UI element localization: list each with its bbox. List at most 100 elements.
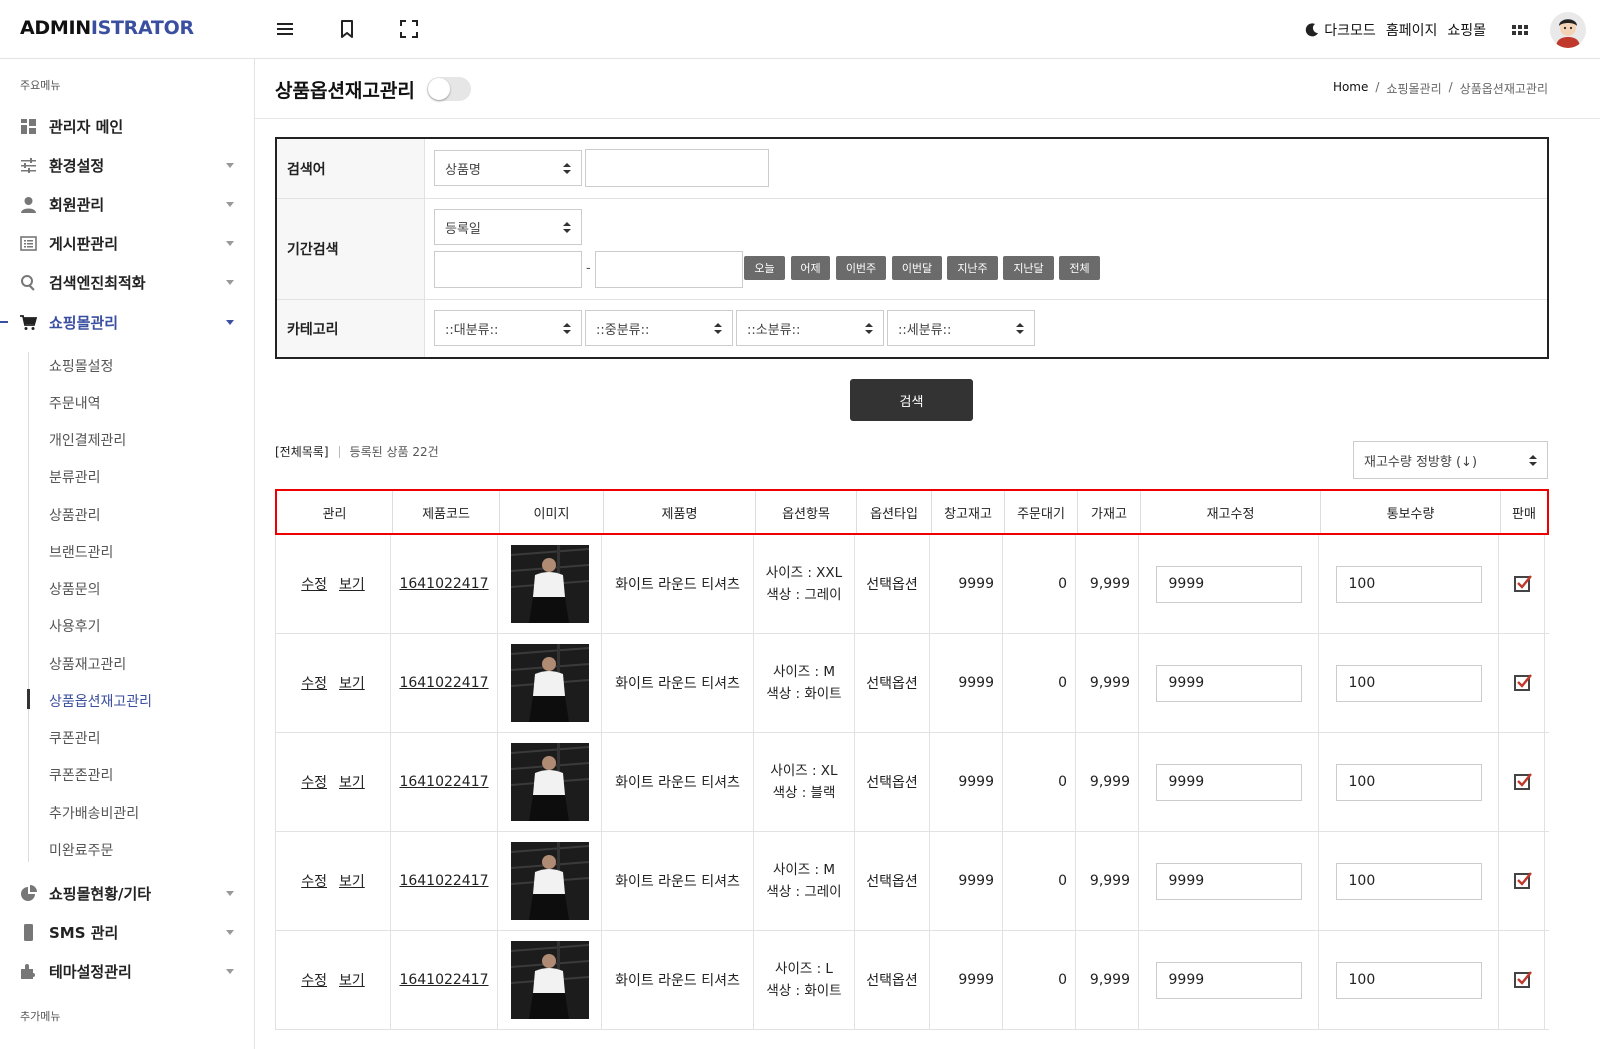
stock-edit-input[interactable]: 9999 [1155, 961, 1302, 999]
sidebar-item-admin-main[interactable]: 관리자 메인 [0, 111, 254, 141]
edit-link[interactable]: 수정 [301, 574, 327, 594]
page-toggle-switch[interactable] [427, 77, 471, 101]
stock-edit-input[interactable]: 9999 [1155, 763, 1302, 801]
all-list-link[interactable]: [전체목록] [275, 443, 329, 460]
start-date-input[interactable] [434, 251, 582, 288]
product-name: 화이트 라운드 티셔츠 [615, 577, 740, 593]
view-link[interactable]: 보기 [339, 871, 365, 891]
submenu-item[interactable]: 상품재고관리 [49, 654, 126, 674]
submenu-item[interactable]: 추가배송비관리 [49, 803, 139, 823]
sidebar-item-seo[interactable]: 검색엔진최적화 [0, 267, 254, 297]
avatar[interactable] [1550, 12, 1586, 48]
shopping-mall-link[interactable]: 쇼핑몰 [1447, 20, 1486, 40]
sidebar-item-theme[interactable]: 테마설정관리 [0, 956, 254, 986]
sidebar-item-boards[interactable]: 게시판관리 [0, 228, 254, 258]
view-link[interactable]: 보기 [339, 970, 365, 990]
sale-checkbox[interactable] [1513, 674, 1532, 691]
period-all-button[interactable]: 전체 [1059, 256, 1100, 280]
submenu-item[interactable]: 쿠폰존관리 [49, 765, 113, 785]
end-date-input[interactable] [595, 251, 743, 288]
keyword-type-select[interactable]: 상품명 [434, 150, 582, 186]
apps-grid-icon[interactable] [1510, 20, 1530, 40]
checkmark-icon [1516, 773, 1532, 787]
period-yesterday-button[interactable]: 어제 [791, 256, 830, 280]
sidebar-item-stats[interactable]: 쇼핑몰현황/기타 [0, 878, 254, 908]
period-type-select[interactable]: 등록일 [434, 209, 582, 245]
submenu-item[interactable]: 미완료주문 [49, 840, 113, 860]
product-code-link[interactable]: 1641022417 [399, 675, 488, 691]
submenu-item[interactable]: 쇼핑몰설정 [49, 356, 113, 376]
moon-icon[interactable] [1304, 22, 1320, 38]
sort-order-select[interactable]: 재고수량 정방향 (↓) [1353, 441, 1548, 479]
temp-stock: 9,999 [1089, 675, 1130, 691]
search-button[interactable]: 검색 [850, 379, 973, 421]
view-link[interactable]: 보기 [339, 772, 365, 792]
view-link[interactable]: 보기 [339, 673, 365, 693]
notify-qty-input[interactable]: 100 [1335, 961, 1482, 999]
edit-link[interactable]: 수정 [301, 970, 327, 990]
stock-edit-input[interactable]: 9999 [1155, 862, 1302, 900]
homepage-link[interactable]: 홈페이지 [1386, 20, 1438, 40]
submenu-item[interactable]: 브랜드관리 [49, 542, 113, 562]
notify-qty-input[interactable]: 100 [1335, 763, 1482, 801]
product-code-link[interactable]: 1641022417 [399, 873, 488, 889]
period-this-week-button[interactable]: 이번주 [836, 256, 886, 280]
period-last-month-button[interactable]: 지난달 [1003, 256, 1054, 280]
bookmark-icon[interactable] [336, 18, 358, 40]
fullscreen-icon[interactable] [398, 18, 420, 40]
edit-link[interactable]: 수정 [301, 871, 327, 891]
table-cell: 1641022417 [391, 634, 498, 732]
notify-qty-input[interactable]: 100 [1335, 565, 1482, 603]
notify-qty-input[interactable]: 100 [1335, 862, 1482, 900]
product-thumbnail[interactable] [510, 644, 589, 722]
submenu-item[interactable]: 분류관리 [49, 467, 101, 487]
submenu-item[interactable]: 상품문의 [49, 579, 101, 599]
submenu-item[interactable]: 주문내역 [49, 393, 101, 413]
view-link[interactable]: 보기 [339, 574, 365, 594]
product-thumbnail[interactable] [510, 842, 589, 920]
product-code-link[interactable]: 1641022417 [399, 774, 488, 790]
dark-mode-link[interactable]: 다크모드 [1324, 20, 1376, 40]
product-thumbnail[interactable] [510, 545, 589, 623]
submenu-item-current[interactable]: 상품옵션재고관리 [49, 691, 152, 711]
stock-edit-input[interactable]: 9999 [1155, 565, 1302, 603]
product-code-link[interactable]: 1641022417 [399, 972, 488, 988]
breadcrumb-home[interactable]: Home [1333, 80, 1368, 97]
chevron-down-icon [226, 319, 234, 325]
sidebar-item-sms[interactable]: SMS 관리 [0, 917, 254, 947]
sale-checkbox[interactable] [1513, 773, 1532, 790]
select-arrows-icon [714, 323, 722, 334]
sale-checkbox[interactable] [1513, 575, 1532, 592]
submenu-item[interactable]: 사용후기 [49, 616, 101, 636]
hamburger-menu-icon[interactable] [274, 18, 296, 40]
edit-link[interactable]: 수정 [301, 772, 327, 792]
product-code-link[interactable]: 1641022417 [399, 576, 488, 592]
category-level2-select[interactable]: ::중분류:: [585, 310, 733, 346]
logo[interactable]: ADMINISTRATOR [20, 17, 194, 39]
sale-checkbox[interactable] [1513, 872, 1532, 889]
submenu-item[interactable]: 상품관리 [49, 505, 101, 525]
period-today-button[interactable]: 오늘 [744, 256, 785, 280]
submenu-item[interactable]: 개인결제관리 [49, 430, 126, 450]
notify-qty-input[interactable]: 100 [1335, 664, 1482, 702]
breadcrumb-item[interactable]: 쇼핑몰관리 [1386, 80, 1441, 97]
sidebar-item-settings[interactable]: 환경설정 [0, 150, 254, 180]
product-thumbnail[interactable] [510, 743, 589, 821]
category-level3-select[interactable]: ::소분류:: [736, 310, 884, 346]
product-thumbnail[interactable] [510, 941, 589, 1019]
select-value: 상품명 [445, 162, 481, 178]
period-last-week-button[interactable]: 지난주 [947, 256, 998, 280]
stock-edit-input[interactable]: 9999 [1155, 664, 1302, 702]
category-level4-select[interactable]: ::세분류:: [887, 310, 1035, 346]
period-this-month-button[interactable]: 이번달 [892, 256, 942, 280]
sidebar-item-shopping-mall[interactable]: 쇼핑몰관리 [0, 307, 254, 337]
sidebar-item-members[interactable]: 회원관리 [0, 189, 254, 219]
submenu-item[interactable]: 쿠폰관리 [49, 728, 101, 748]
category-level1-select[interactable]: ::대분류:: [434, 310, 582, 346]
edit-link[interactable]: 수정 [301, 673, 327, 693]
option-size: 사이즈 : XL [770, 763, 838, 779]
table-cell: 9999 [1139, 832, 1319, 930]
sale-checkbox[interactable] [1513, 971, 1532, 988]
keyword-input[interactable] [585, 149, 769, 187]
option-color: 색상 : 그레이 [766, 884, 842, 900]
